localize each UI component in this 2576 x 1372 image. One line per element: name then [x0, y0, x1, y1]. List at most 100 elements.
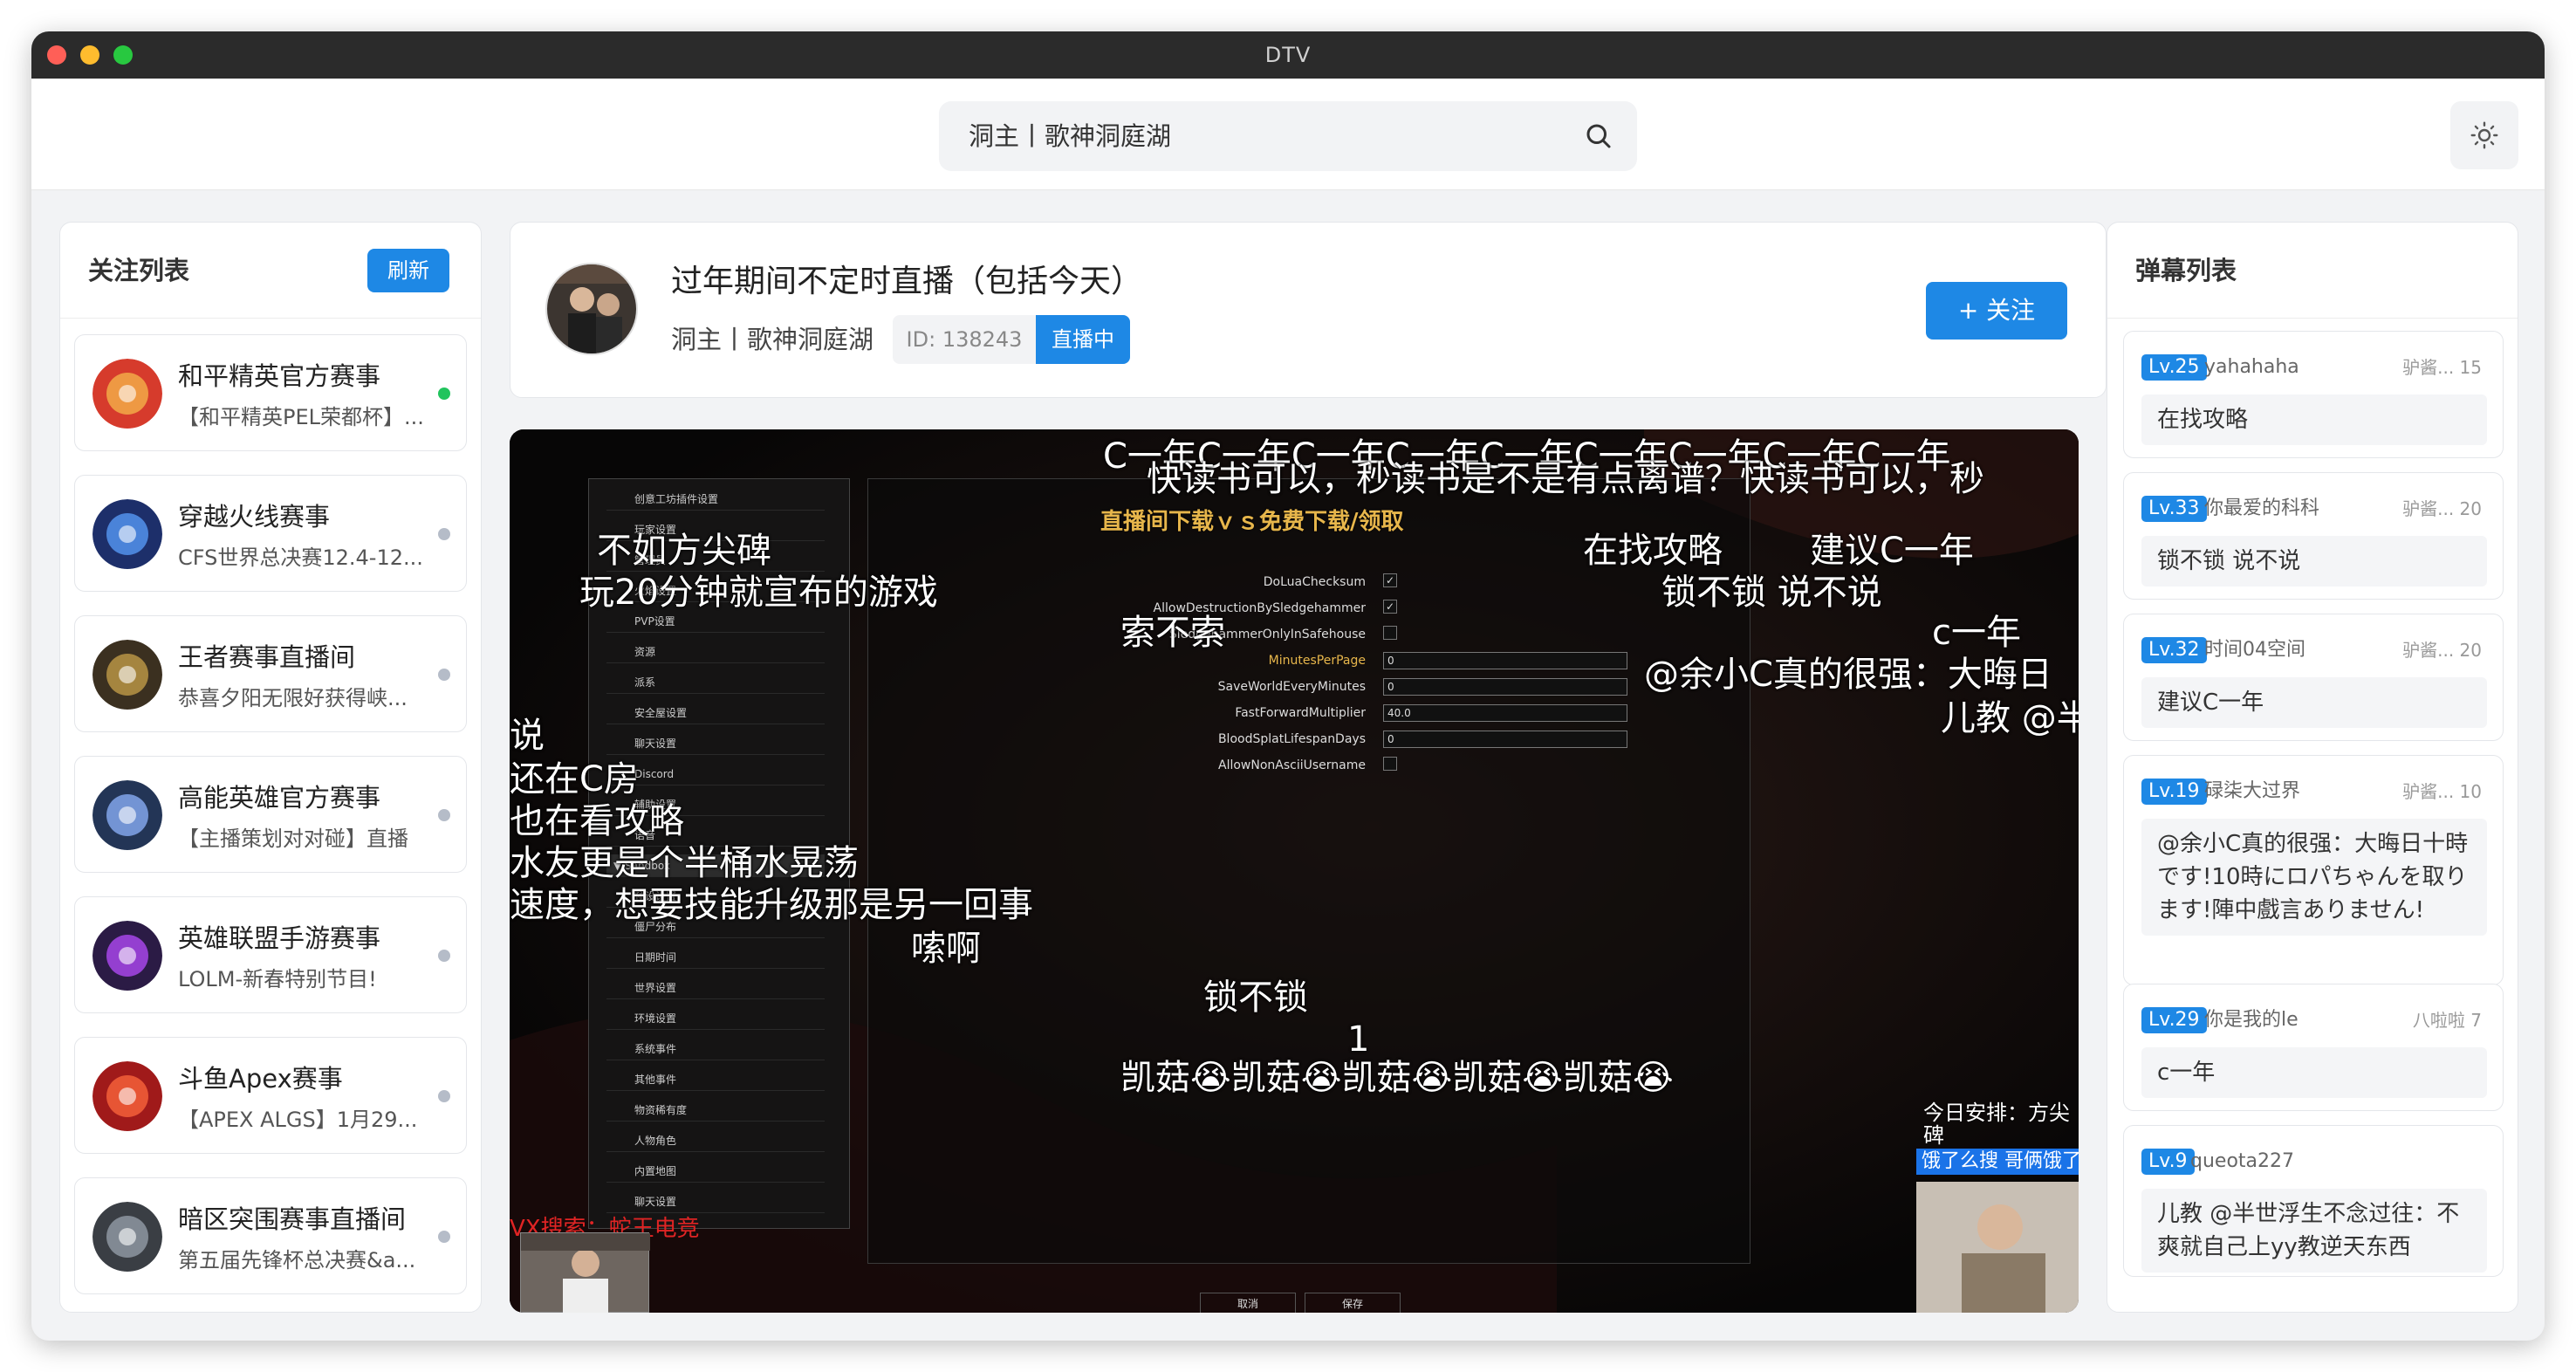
follow-item[interactable]: 穿越火线赛事 CFS世界总决赛12.4-12... — [74, 475, 467, 592]
danmu-message: 锁不锁 说不说 — [1661, 573, 1882, 613]
danmu-message: 嗦啊 — [911, 929, 981, 969]
danmaku-item: Lv.9 queota227 儿教 @半世浮生不念过往：不爽就自己上yy教逆天东西 — [2123, 1125, 2504, 1277]
danmaku-room: 八啦啦 7 — [2412, 1010, 2482, 1031]
close-window-button[interactable] — [47, 45, 66, 65]
webcam-left — [520, 1232, 650, 1313]
game-menu-item[interactable]: PVP设置 — [606, 610, 825, 633]
game-menu-item[interactable]: 日期时间 — [606, 946, 825, 969]
follow-item[interactable]: 高能英雄官方赛事 【主播策划对对碰】直播 — [74, 756, 467, 873]
game-setting-input[interactable]: 0 — [1383, 678, 1627, 696]
game-menu-item[interactable]: 资源 — [606, 641, 825, 663]
live-status-badge: 直播中 — [1036, 315, 1130, 364]
danmaku-item: Lv.33 你最爱的科科 驴酱... 20 锁不锁 说不说 — [2123, 472, 2504, 600]
window-title: DTV — [1264, 43, 1312, 67]
game-menu-item[interactable]: 系统事件 — [606, 1038, 825, 1060]
follow-item[interactable]: 王者赛事直播间 恭喜夕阳无限好获得峡... — [74, 615, 467, 732]
danmaku-room: 驴酱... 10 — [2402, 781, 2482, 802]
danmu-message: 在找攻略 — [1583, 531, 1723, 571]
game-menu-item[interactable]: 派系 — [606, 671, 825, 694]
game-setting-label: BloodSplatLifespanDays — [1217, 732, 1366, 746]
game-menu-item[interactable]: 安全屋设置 — [606, 702, 825, 724]
channel-name: 穿越火线赛事 — [178, 502, 331, 532]
user-level-badge: Lv.19 — [2141, 779, 2207, 805]
game-menu-item[interactable]: 世界设置 — [606, 977, 825, 999]
game-setting-label: SaveWorldEveryMinutes — [1217, 680, 1366, 694]
title-bar: DTV — [31, 31, 2545, 79]
danmaku-text: @余小C真的很强：大晦日十時です!10時にロパちゃんを取ります!陣中戲言ありませ… — [2141, 819, 2487, 936]
channel-description: 第五届先锋杯总决赛&a... — [178, 1248, 416, 1273]
host-avatar[interactable] — [545, 263, 638, 355]
game-menu-item[interactable]: 内置地图 — [606, 1160, 825, 1183]
channel-description: 【APEX ALGS】1月29... — [178, 1108, 418, 1132]
game-menu-item[interactable]: 环境设置 — [606, 1007, 825, 1030]
user-level-badge: Lv.29 — [2141, 1007, 2207, 1033]
refresh-button[interactable]: 刷新 — [367, 249, 449, 292]
channel-description: 【主播策划对对碰】直播 — [178, 827, 408, 851]
minimize-window-button[interactable] — [80, 45, 99, 65]
video-player[interactable]: 创意工坊插件设置 玩家设置 管理员 火焰设置 PVP设置 资源 派系 安全屋设置 聊天设置 Dis… — [510, 429, 2079, 1313]
header-bar: 洞主丨歌神洞庭湖 — [31, 79, 2545, 190]
user-level-badge: Lv.32 — [2141, 637, 2207, 663]
game-setting-label: MinutesPerPage — [1268, 654, 1366, 668]
live-status-dot — [438, 528, 450, 540]
follow-item[interactable]: 暗区突围赛事直播间 第五届先锋杯总决赛&a... — [74, 1177, 467, 1294]
game-menu-item[interactable]: 聊天设置 — [606, 732, 825, 755]
room-id-badge: ID: 138243 — [893, 315, 1036, 364]
game-cancel-button[interactable]: 取消 — [1200, 1293, 1296, 1313]
game-setting-input[interactable]: 0 — [1383, 652, 1627, 669]
live-status-dot — [438, 1231, 450, 1243]
danmu-message: 说 — [510, 716, 545, 756]
game-setting-checkbox[interactable]: ✓ — [1383, 573, 1397, 587]
game-menu-item[interactable]: 其他事件 — [606, 1068, 825, 1091]
danmaku-username: queota227 — [2190, 1150, 2295, 1172]
room-title: 过年期间不定时直播（包括今天） — [671, 264, 1143, 299]
follow-list-title: 关注列表 — [88, 256, 190, 285]
game-setting-input[interactable]: 0 — [1383, 731, 1627, 748]
channel-name: 和平精英官方赛事 — [178, 361, 381, 391]
danmaku-text: 锁不锁 说不说 — [2141, 536, 2487, 587]
channel-description: 【和平精英PEL荣都杯】... — [178, 405, 424, 429]
danmu-message: 也在看攻略 — [510, 801, 684, 841]
danmaku-username: 时间04空间 — [2204, 639, 2305, 661]
follow-button[interactable]: + 关注 — [1926, 282, 2067, 340]
danmaku-item: Lv.25 yahahaha 驴酱... 15 在找攻略 — [2123, 331, 2504, 458]
app-window: DTV 洞主丨歌神洞庭湖 关注列表 刷新 和平精英官方赛事【和平精英PEL荣都杯… — [31, 31, 2545, 1341]
danmaku-text: 在找攻略 — [2141, 394, 2487, 445]
game-setting-input[interactable]: 40.0 — [1383, 704, 1627, 722]
danmaku-username: 碌柒大过界 — [2204, 780, 2301, 802]
game-menu-item[interactable]: 创意工坊插件设置 — [606, 488, 825, 511]
search-input[interactable]: 洞主丨歌神洞庭湖 — [939, 101, 1637, 171]
stream-overlay-title: 直播间下载ｖｓ免费下载/领取 — [1100, 509, 1404, 535]
game-save-button[interactable]: 保存 — [1305, 1293, 1401, 1313]
danmaku-list-panel: 弹幕列表 Lv.25 yahahaha 驴酱... 15 在找攻略 Lv.33 你最爱的科… — [2107, 222, 2518, 1313]
theme-toggle-button[interactable] — [2450, 101, 2518, 169]
channel-avatar — [92, 499, 162, 569]
danmu-message: 凯菇😭凯菇😭凯菇😭凯菇😭凯菇😭 — [1120, 1058, 1674, 1098]
follow-item[interactable]: 斗鱼Apex赛事 【APEX ALGS】1月29... — [74, 1037, 467, 1154]
danmaku-item: Lv.32 时间04空间 驴酱... 20 建议C一年 — [2123, 614, 2504, 741]
danmu-message: 不如方尖碑 — [597, 531, 771, 571]
danmaku-text: c一年 — [2141, 1047, 2487, 1098]
live-status-dot — [438, 950, 450, 962]
webcam-right — [1916, 1182, 2079, 1313]
search-value: 洞主丨歌神洞庭湖 — [969, 121, 1172, 151]
live-status-dot — [438, 388, 450, 400]
danmu-message: 索不索 — [1120, 613, 1225, 653]
game-setting-checkbox[interactable]: ✓ — [1383, 600, 1397, 614]
live-status-dot — [438, 809, 450, 821]
danmaku-text: 建议C一年 — [2141, 677, 2487, 728]
search-icon[interactable] — [1583, 120, 1614, 152]
maximize-window-button[interactable] — [113, 45, 133, 65]
danmu-message: 快读书可以，秒读书是不是有点离谱？快读书可以，秒 — [1147, 459, 1984, 499]
channel-name: 王者赛事直播间 — [178, 642, 356, 672]
channel-avatar — [92, 640, 162, 710]
channel-avatar — [92, 359, 162, 429]
follow-item[interactable]: 和平精英官方赛事【和平精英PEL荣都杯】... — [74, 334, 467, 451]
game-menu-item[interactable]: Discord — [606, 763, 825, 785]
game-setting-checkbox[interactable] — [1383, 626, 1397, 640]
game-setting-checkbox[interactable] — [1383, 757, 1397, 771]
follow-item[interactable]: 英雄联盟手游赛事 LOLM-新春特别节目! — [74, 896, 467, 1013]
host-name: 洞主丨歌神洞庭湖 — [671, 325, 874, 354]
game-menu-item[interactable]: 物资稀有度 — [606, 1099, 825, 1122]
game-menu-item[interactable]: 人物角色 — [606, 1129, 825, 1152]
